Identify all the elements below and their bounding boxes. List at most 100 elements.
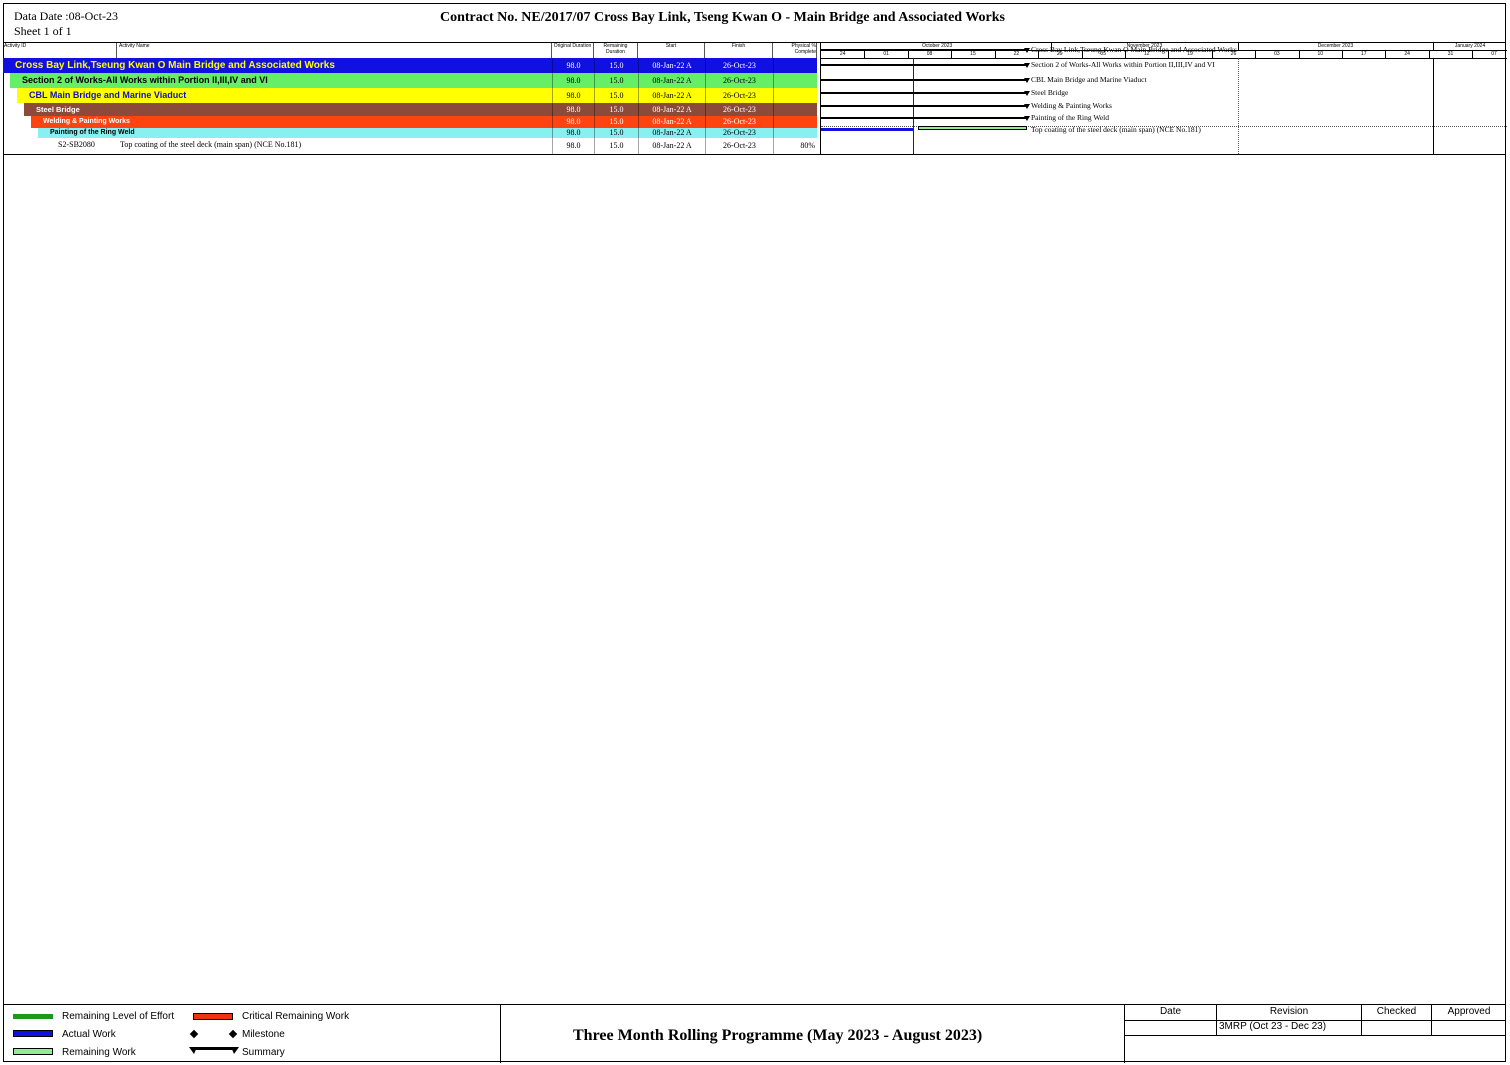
finish-cell: 26-Oct-23: [705, 73, 773, 88]
start-cell: 08-Jan-22 A: [638, 73, 705, 88]
summary-bar[interactable]: [821, 105, 1027, 107]
table-row[interactable]: CBL Main Bridge and Marine Viaduct 98.0 15…: [3, 88, 817, 103]
summary-bar[interactable]: [821, 64, 1027, 66]
summary-bar[interactable]: [821, 49, 1027, 51]
finish-cell: 26-Oct-23: [705, 88, 773, 103]
footer: Remaining Level of Effort Actual Work Re…: [3, 1004, 1506, 1063]
original-duration-cell: 98.0: [552, 88, 594, 103]
timescale-week: 24: [839, 51, 846, 57]
summary-end-icon: [1024, 104, 1030, 109]
table-row[interactable]: Painting of the Ring Weld 98.0 15.0 08-Jan-…: [3, 128, 817, 138]
legend-remaining-loe: Remaining Level of Effort: [62, 1011, 175, 1022]
gantt-gridline: [1237, 58, 1239, 154]
wbs-name-cell: CBL Main Bridge and Marine Viaduct: [29, 90, 187, 101]
wbs-name-cell: Painting of the Ring Weld: [50, 128, 135, 136]
remaining-duration-cell: 15.0: [594, 73, 638, 88]
gantt-gridline: [1433, 58, 1435, 154]
rev-header-revision: Revision: [1269, 1006, 1309, 1017]
col-header-activity-name[interactable]: Activity Name: [117, 43, 552, 59]
milestone-icon: [189, 1029, 199, 1039]
timescale-divider: [1433, 43, 1435, 50]
timescale-divider: [1237, 43, 1239, 50]
activity-id-cell: S2-SB2080: [58, 140, 95, 149]
timescale-divider: [907, 51, 909, 58]
physical-complete-cell: [773, 116, 817, 128]
col-header-original-duration[interactable]: Original Duration: [552, 43, 594, 59]
col-header-physical-complete[interactable]: Physical % Complete: [773, 43, 817, 59]
physical-complete-cell: [773, 58, 817, 73]
col-header-start[interactable]: Start: [638, 43, 705, 59]
timescale-divider: [821, 58, 1507, 59]
original-duration-cell: 98.0: [552, 116, 594, 128]
physical-complete-cell: [773, 88, 817, 103]
finish-cell: 26-Oct-23: [705, 128, 773, 138]
legend-remaining-work: Remaining Work: [62, 1047, 136, 1058]
timescale-divider: [864, 51, 866, 58]
timescale-divider: [1342, 51, 1343, 58]
wbs-name-cell: Section 2 of Works-All Works within Port…: [22, 75, 268, 86]
gantt-bar-label: Steel Bridge: [1031, 88, 1069, 97]
timescale-week: 10: [1317, 51, 1324, 57]
actual-work-bar[interactable]: [821, 128, 913, 131]
summary-bar[interactable]: [821, 92, 1027, 94]
physical-complete-cell: [773, 128, 817, 138]
remaining-duration-cell: 15.0: [594, 58, 638, 73]
remaining-work-bar[interactable]: [918, 126, 1027, 130]
legend-actual-work: Actual Work: [62, 1029, 116, 1040]
legend-critical-remaining: Critical Remaining Work: [242, 1011, 350, 1022]
timescale-month: December 2023: [1317, 43, 1354, 49]
rev-revision-value: 3MRP (Oct 23 - Dec 23): [1219, 1021, 1327, 1032]
gantt-bar-label: Painting of the Ring Weld: [1031, 113, 1110, 122]
physical-complete-cell: [773, 73, 817, 88]
summary-bar[interactable]: [821, 117, 1027, 119]
wbs-name-cell: Cross Bay Link,Tseung Kwan O Main Bridge…: [15, 59, 335, 71]
remaining-duration-cell: 15.0: [594, 116, 638, 128]
timescale-week: 07: [1491, 51, 1497, 57]
timescale-divider: [1298, 51, 1300, 58]
row-band: [24, 103, 552, 116]
programme-title: Three Month Rolling Programme (May 2023 …: [573, 1027, 983, 1044]
rev-header-checked: Checked: [1376, 1006, 1417, 1017]
table-row[interactable]: Section 2 of Works-All Works within Port…: [3, 73, 817, 88]
finish-cell: 26-Oct-23: [705, 138, 773, 154]
table-row[interactable]: Welding & Painting Works 98.0 15.0 08-Jan-2…: [3, 116, 817, 128]
timescale-divider: [951, 51, 953, 58]
timescale-month: January 2024: [1454, 43, 1486, 49]
rev-header-date: Date: [1159, 1006, 1182, 1017]
col-header-activity-id[interactable]: Activity ID: [3, 43, 117, 59]
gantt-bar-label: Welding & Painting Works: [1031, 101, 1112, 110]
remaining-duration-cell: 15.0: [594, 103, 638, 116]
finish-cell: 26-Oct-23: [705, 116, 773, 128]
timescale-divider: [994, 51, 996, 58]
original-duration-cell: 98.0: [552, 103, 594, 116]
sheet-frame: [3, 3, 1506, 1062]
timescale-week: 31: [1447, 51, 1454, 57]
remaining-work-swatch: [13, 1048, 53, 1055]
sheet-number: Sheet 1 of 1: [14, 24, 72, 38]
start-cell: 08-Jan-22 A: [638, 116, 705, 128]
col-header-remaining-duration[interactable]: Remaining Duration: [594, 43, 638, 59]
finish-cell: 26-Oct-23: [705, 103, 773, 116]
table-row[interactable]: S2-SB2080 Top coating of the steel deck (…: [3, 138, 817, 154]
gantt-bar-label: Top coating of the steel deck (main span…: [1031, 125, 1201, 134]
timescale-week: 24: [1404, 51, 1410, 57]
activity-name-cell: Top coating of the steel deck (main span…: [120, 140, 302, 149]
timescale-week: 08: [926, 51, 933, 57]
summary-end-icon: [1024, 116, 1030, 121]
summary-bar[interactable]: [821, 79, 1027, 81]
actual-work-swatch: [13, 1030, 53, 1037]
timescale-week: 03: [1274, 51, 1280, 57]
milestone-icon: [228, 1029, 238, 1039]
timescale-divider: [1385, 51, 1387, 58]
finish-cell: 26-Oct-23: [705, 58, 773, 73]
gantt-bar-label: CBL Main Bridge and Marine Viaduct: [1031, 75, 1147, 84]
original-duration-cell: 98.0: [552, 138, 594, 154]
summary-icon: [189, 1047, 239, 1054]
remaining-duration-cell: 15.0: [594, 138, 638, 154]
page-title: Contract No. NE/2017/07 Cross Bay Link, …: [440, 10, 1006, 25]
original-duration-cell: 98.0: [552, 128, 594, 138]
table-row[interactable]: Steel Bridge 98.0 15.0 08-Jan-22 A 26-Oct-23: [3, 103, 817, 116]
critical-remaining-swatch: [193, 1013, 233, 1020]
col-header-finish[interactable]: Finish: [705, 43, 773, 59]
table-row[interactable]: Cross Bay Link,Tseung Kwan O Main Bridge…: [3, 58, 817, 73]
